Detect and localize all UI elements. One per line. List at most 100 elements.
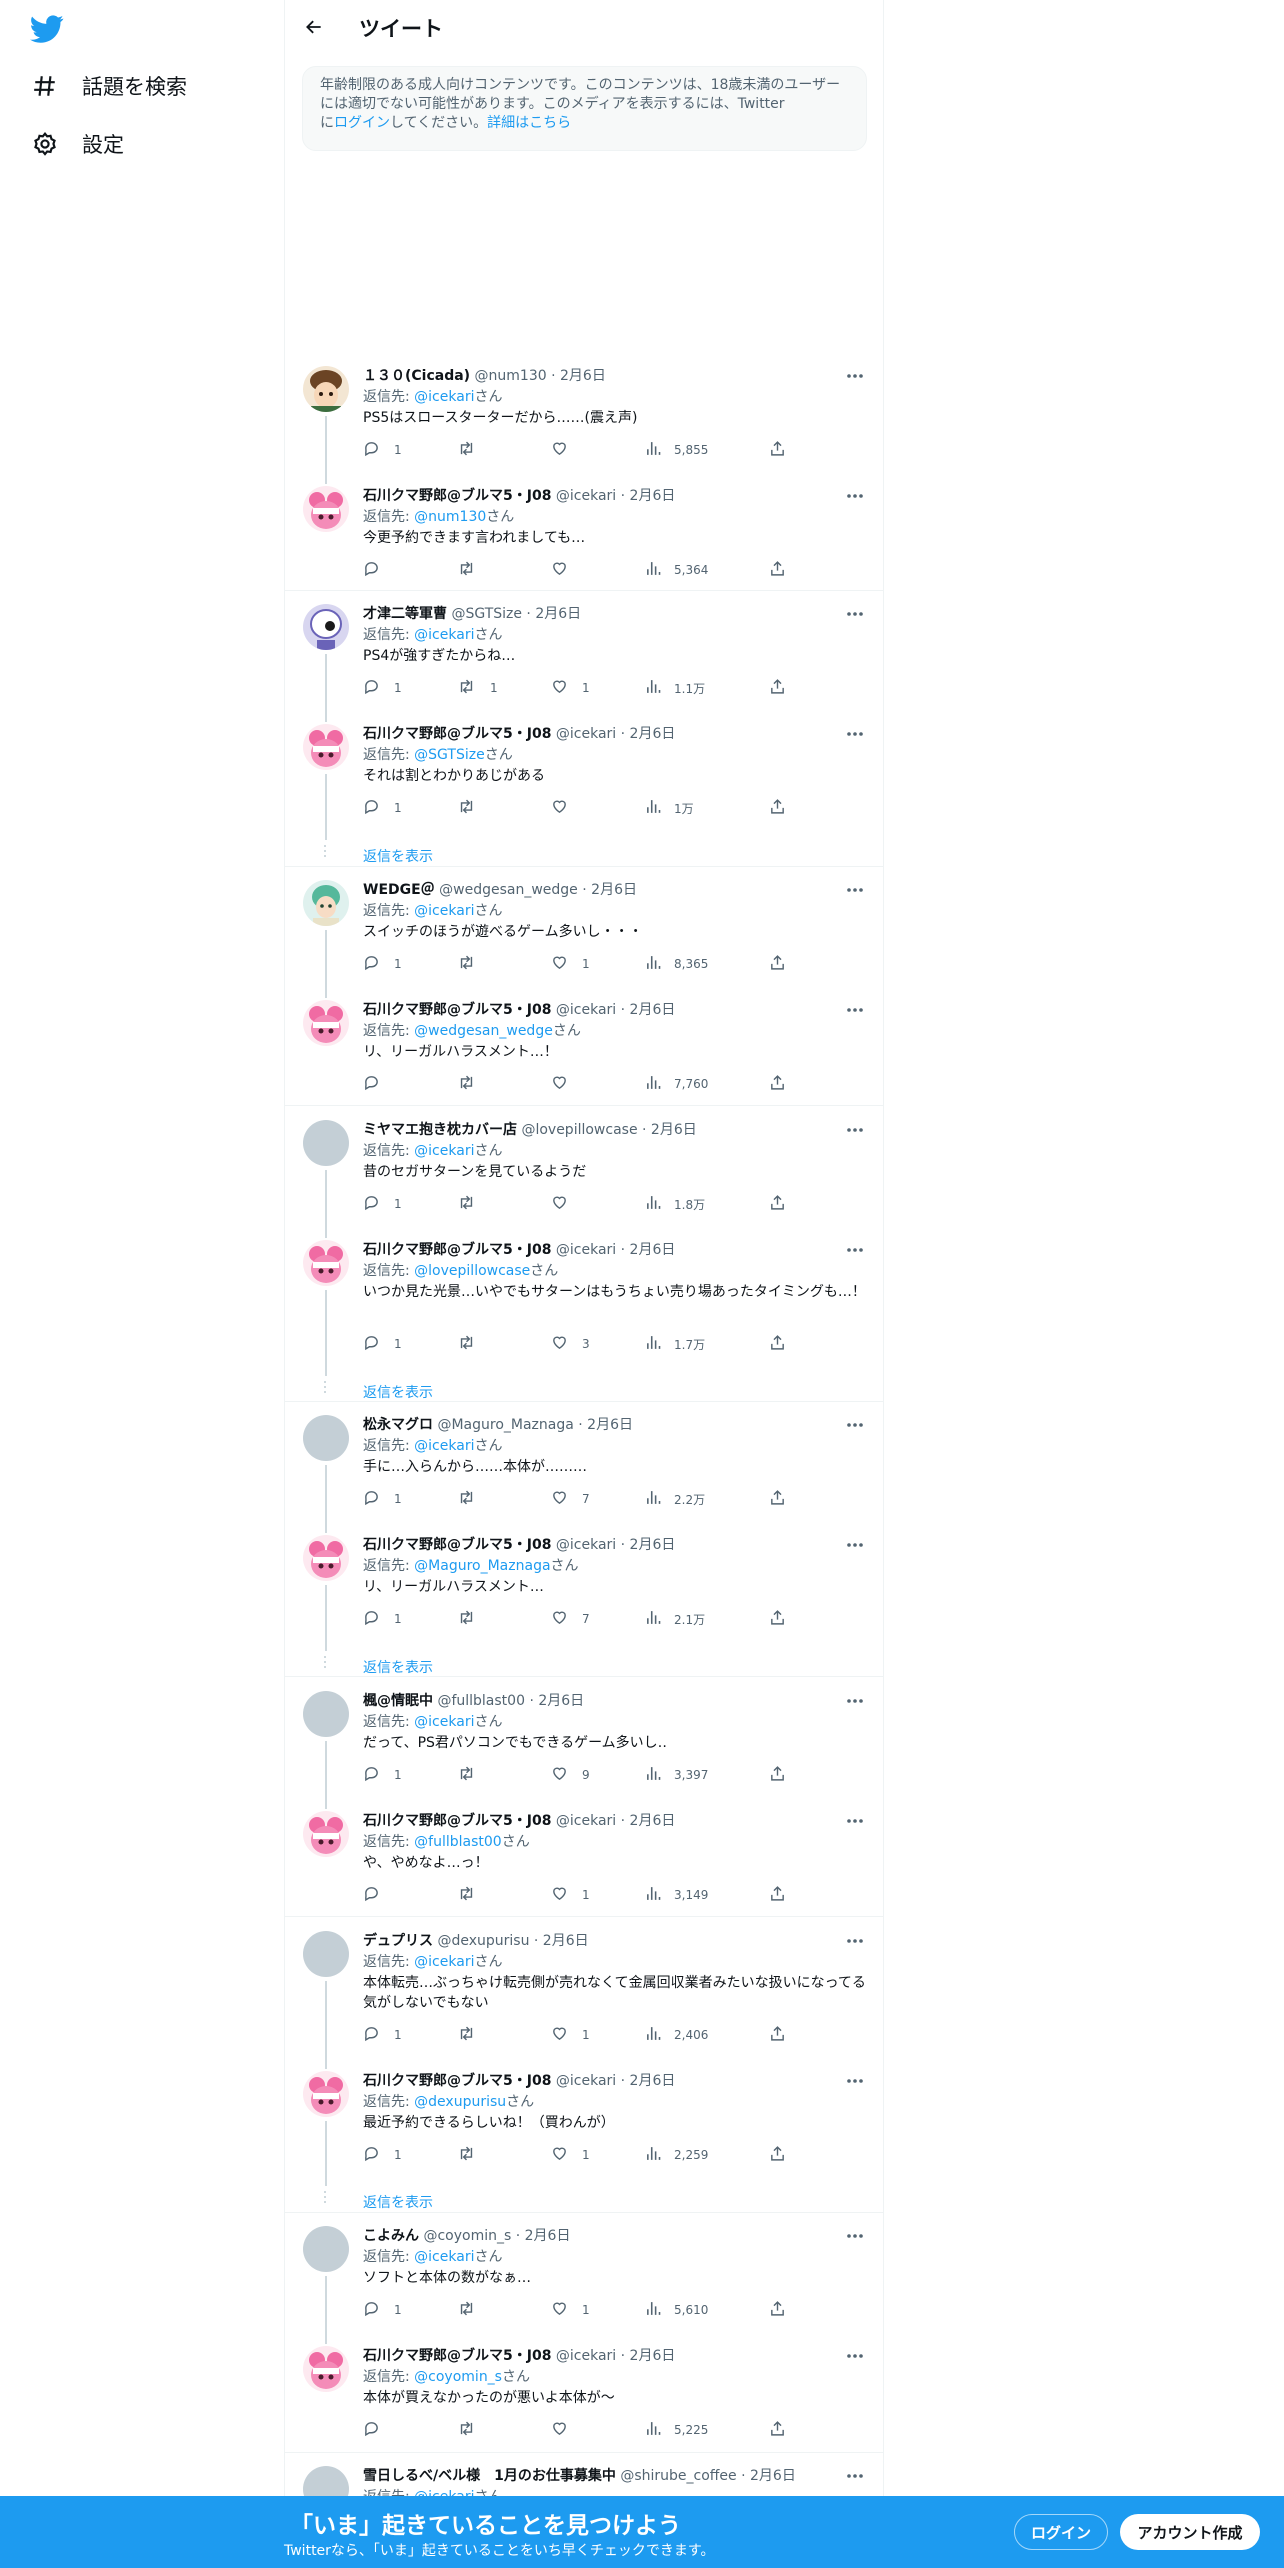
avatar[interactable]	[303, 1000, 349, 1046]
reply-button[interactable]: 1	[363, 798, 402, 818]
tweet-item[interactable]: 楓@情眠中 @fullblast00 · 2月6日 返信先: @icekariさん…	[285, 1691, 883, 1789]
more-options-icon[interactable]	[845, 1811, 865, 1831]
reply-to-mention[interactable]: @fullblast00	[414, 1834, 502, 1850]
share-button[interactable]	[769, 1074, 786, 1094]
retweet-button[interactable]	[457, 2145, 490, 2165]
share-button[interactable]	[769, 2025, 786, 2045]
retweet-button[interactable]	[457, 1074, 490, 1094]
reply-button[interactable]: 1	[363, 2145, 402, 2165]
login-link[interactable]: ログイン	[334, 115, 390, 131]
tweet-item[interactable]: 松永マグロ @Maguro_Maznaga · 2月6日 返信先: @icekar…	[285, 1415, 883, 1513]
tweet-item[interactable]: デュプリス @dexupurisu · 2月6日 返信先: @icekariさん本…	[285, 1931, 883, 2049]
tweet-date[interactable]: 2月6日	[630, 488, 676, 504]
author-handle[interactable]: @icekari	[556, 1537, 616, 1553]
back-arrow-icon[interactable]	[299, 12, 329, 42]
share-button[interactable]	[769, 1194, 786, 1214]
more-options-icon[interactable]	[845, 1931, 865, 1951]
author-name[interactable]: １３０(Cicada)	[363, 368, 470, 384]
more-options-icon[interactable]	[845, 366, 865, 386]
share-button[interactable]	[769, 1885, 786, 1905]
share-button[interactable]	[769, 440, 786, 460]
author-name[interactable]: 楓@情眠中	[363, 1693, 433, 1709]
reply-to-mention[interactable]: @icekari	[414, 1714, 474, 1730]
share-button[interactable]	[769, 1609, 786, 1629]
author-handle[interactable]: @shirube_coffee	[620, 2468, 736, 2484]
like-button[interactable]: 9	[551, 1765, 590, 1785]
reply-to-mention[interactable]: @icekari	[414, 389, 474, 405]
more-options-icon[interactable]	[845, 724, 865, 744]
views-button[interactable]: 1.1万	[645, 678, 705, 698]
avatar[interactable]	[303, 1691, 349, 1737]
avatar[interactable]	[303, 724, 349, 770]
more-options-icon[interactable]	[845, 2346, 865, 2366]
reply-button[interactable]: 1	[363, 954, 402, 974]
tweet-date[interactable]: 2月6日	[535, 606, 581, 622]
reply-button[interactable]: 1	[363, 1489, 402, 1509]
retweet-button[interactable]	[457, 798, 490, 818]
retweet-button[interactable]	[457, 440, 490, 460]
like-button[interactable]: 7	[551, 1609, 590, 1629]
reply-button[interactable]: 1	[363, 440, 402, 460]
views-button[interactable]: 2.1万	[645, 1609, 705, 1629]
like-button[interactable]: 3	[551, 1334, 590, 1354]
views-button[interactable]: 7,760	[645, 1074, 708, 1094]
retweet-button[interactable]	[457, 2025, 490, 2045]
author-handle[interactable]: @icekari	[556, 726, 616, 742]
show-replies-link[interactable]: 返信を表示	[363, 1657, 433, 1677]
author-handle[interactable]: @icekari	[556, 2073, 616, 2089]
avatar[interactable]	[303, 604, 349, 650]
twitter-logo-icon[interactable]	[30, 12, 66, 48]
tweet-date[interactable]: 2月6日	[630, 1537, 676, 1553]
reply-to-mention[interactable]: @icekari	[414, 2249, 474, 2265]
reply-button[interactable]	[363, 1885, 394, 1905]
tweet-date[interactable]: 2月6日	[750, 2468, 796, 2484]
author-handle[interactable]: @lovepillowcase	[521, 1122, 637, 1138]
author-handle[interactable]: @SGTSize	[451, 606, 522, 622]
like-button[interactable]	[551, 1074, 582, 1094]
tweet-date[interactable]: 2月6日	[630, 1242, 676, 1258]
reply-to-mention[interactable]: @Maguro_Maznaga	[414, 1558, 550, 1574]
author-handle[interactable]: @dexupurisu	[437, 1933, 529, 1949]
author-name[interactable]: ミヤマエ抱き枕カバー店	[363, 1122, 517, 1138]
tweet-date[interactable]: 2月6日	[630, 1813, 676, 1829]
retweet-button[interactable]	[457, 1765, 490, 1785]
avatar[interactable]	[303, 1240, 349, 1286]
reply-button[interactable]	[363, 560, 394, 580]
retweet-button[interactable]	[457, 560, 490, 580]
share-button[interactable]	[769, 798, 786, 818]
tweet-date[interactable]: 2月6日	[630, 2348, 676, 2364]
show-replies-link[interactable]: 返信を表示	[363, 2192, 433, 2212]
author-name[interactable]: WEDGE＠	[363, 882, 435, 898]
reply-to-mention[interactable]: @SGTSize	[414, 747, 485, 763]
retweet-button[interactable]	[457, 1885, 490, 1905]
tweet-date[interactable]: 2月6日	[543, 1933, 589, 1949]
reply-to-mention[interactable]: @lovepillowcase	[414, 1263, 530, 1279]
share-button[interactable]	[769, 560, 786, 580]
more-options-icon[interactable]	[845, 1000, 865, 1020]
views-button[interactable]: 1.7万	[645, 1334, 705, 1354]
tweet-item[interactable]: 石川クマ野郎@ブルマ5・J08 @icekari · 2月6日 返信先: @Mag…	[285, 1535, 883, 1633]
tweet-item[interactable]: 石川クマ野郎@ブルマ5・J08 @icekari · 2月6日 返信先: @SGT…	[285, 724, 883, 822]
more-options-icon[interactable]	[845, 486, 865, 506]
tweet-item[interactable]: 石川クマ野郎@ブルマ5・J08 @icekari · 2月6日 返信先: @lov…	[285, 1240, 883, 1358]
tweet-date[interactable]: 2月6日	[591, 882, 637, 898]
views-button[interactable]: 5,364	[645, 560, 708, 580]
tweet-item[interactable]: こよみん @coyomin_s · 2月6日 返信先: @icekariさん ソフト…	[285, 2226, 883, 2324]
views-button[interactable]: 1万	[645, 798, 694, 818]
avatar[interactable]	[303, 2071, 349, 2117]
tweet-date[interactable]: 2月6日	[538, 1693, 584, 1709]
author-name[interactable]: 雪日しるべ/ベル様 1月のお仕事募集中	[363, 2468, 616, 2484]
author-handle[interactable]: @wedgesan_wedge	[439, 882, 578, 898]
avatar[interactable]	[303, 880, 349, 926]
more-options-icon[interactable]	[845, 604, 865, 624]
tweet-item[interactable]: ミヤマエ抱き枕カバー店 @lovepillowcase · 2月6日 返信先: @…	[285, 1120, 883, 1218]
more-options-icon[interactable]	[845, 1240, 865, 1260]
views-button[interactable]: 3,149	[645, 1885, 708, 1905]
more-options-icon[interactable]	[845, 2226, 865, 2246]
tweet-item[interactable]: １３０(Cicada) @num130 · 2月6日 返信先: @icekariさ…	[285, 366, 883, 464]
author-name[interactable]: 石川クマ野郎@ブルマ5・J08	[363, 1002, 551, 1018]
reply-button[interactable]: 1	[363, 1765, 402, 1785]
avatar[interactable]	[303, 1120, 349, 1166]
views-button[interactable]: 5,225	[645, 2420, 708, 2440]
views-button[interactable]: 3,397	[645, 1765, 708, 1785]
